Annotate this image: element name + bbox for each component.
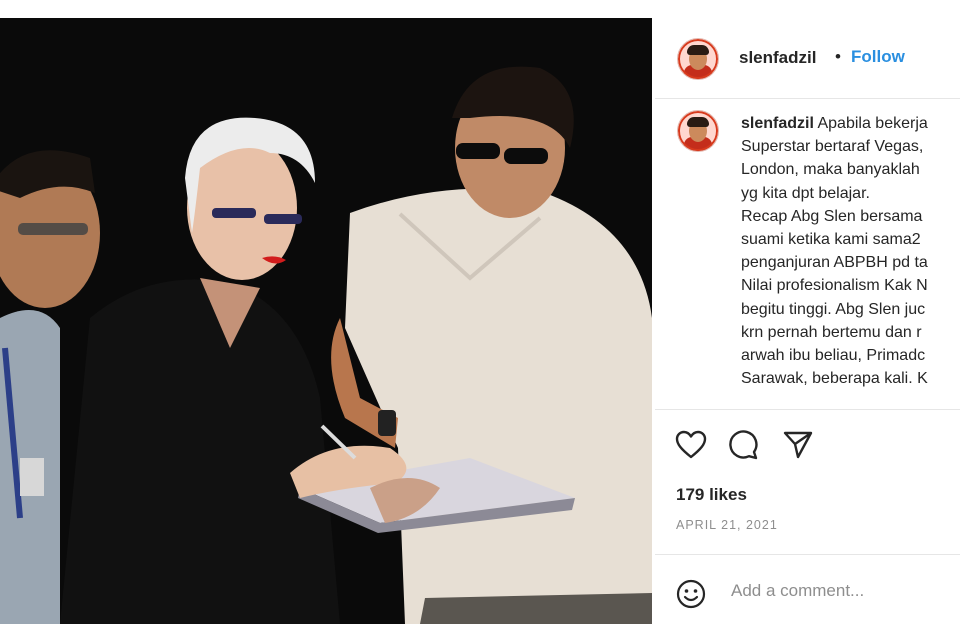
paper-plane-icon[interactable] bbox=[782, 430, 814, 465]
caption-line: yg kita dpt belajar. bbox=[741, 184, 870, 202]
caption-username[interactable]: slenfadzil bbox=[741, 115, 814, 132]
avatar-ring bbox=[678, 39, 718, 79]
caption-divider bbox=[655, 409, 960, 410]
caption-text: Apabila bekerja bbox=[817, 115, 928, 132]
post-sidebar: slenfadzil • Follow slenfadzil Apabila b… bbox=[655, 18, 960, 624]
caption-line: Sarawak, beberapa kali. K bbox=[741, 370, 928, 388]
caption-line: slenfadzil Apabila bekerja bbox=[741, 112, 960, 135]
post-photo[interactable] bbox=[0, 18, 652, 624]
caption-line: Nilai profesionalism Kak N bbox=[741, 277, 928, 295]
post-date[interactable]: APRIL 21, 2021 bbox=[676, 518, 778, 532]
avatar-ring bbox=[678, 111, 718, 151]
caption-line: penganjuran ABPBH pd ta bbox=[741, 254, 928, 272]
comment-input[interactable] bbox=[729, 580, 953, 602]
caption-line: London, maka banyaklah bbox=[741, 161, 920, 179]
comment-row bbox=[655, 566, 960, 624]
caption-line: Recap Abg Slen bersama bbox=[741, 207, 923, 225]
caption-line: suami ketika kami sama2 bbox=[741, 231, 921, 249]
caption-line: krn pernah bertemu dan r bbox=[741, 323, 922, 341]
likes-count[interactable]: 179 likes bbox=[676, 485, 747, 505]
photo-illustration bbox=[0, 18, 652, 624]
post-caption: slenfadzil Apabila bekerja Superstar ber… bbox=[741, 112, 960, 408]
footer-divider bbox=[655, 554, 960, 555]
separator-dot: • bbox=[835, 47, 841, 66]
caption-avatar[interactable] bbox=[677, 110, 719, 152]
follow-button[interactable]: Follow bbox=[851, 47, 905, 67]
comment-bubble-icon[interactable] bbox=[728, 430, 760, 465]
caption-line: arwah ibu beliau, Primadc bbox=[741, 347, 926, 365]
header-username[interactable]: slenfadzil bbox=[739, 48, 816, 68]
header-divider bbox=[655, 98, 960, 99]
caption-line: Superstar bertaraf Vegas, bbox=[741, 138, 924, 156]
caption-line: begitu tinggi. Abg Slen juc bbox=[741, 300, 926, 318]
smiley-icon[interactable] bbox=[675, 578, 707, 615]
caption-fade bbox=[741, 398, 960, 408]
user-avatar[interactable] bbox=[677, 38, 719, 80]
heart-icon[interactable] bbox=[675, 430, 707, 465]
